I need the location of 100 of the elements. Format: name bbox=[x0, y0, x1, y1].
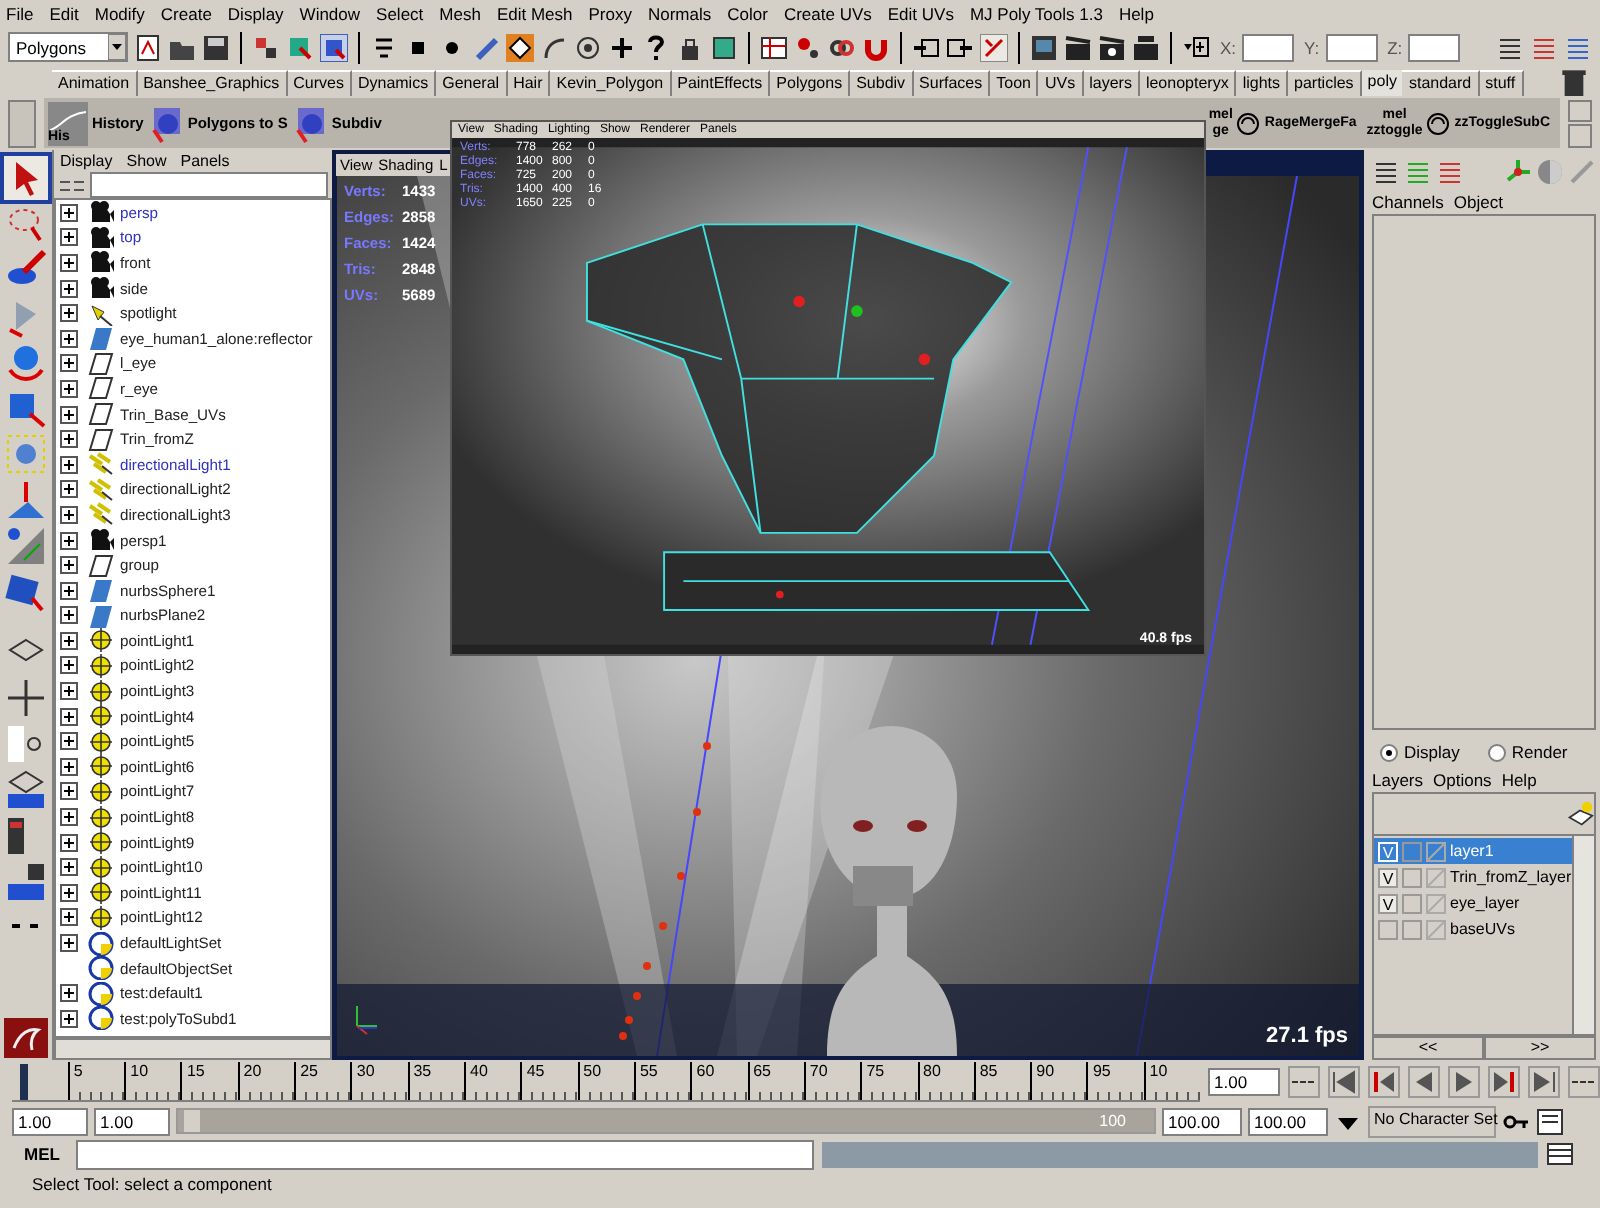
time-slider[interactable]: 5 10 15 20 25 30 35 40 45 50 55 60 65 70 75 80 85 90 95 10 bbox=[12, 1062, 1200, 1102]
expand-icon[interactable] bbox=[60, 984, 78, 1003]
menu-item[interactable]: Color bbox=[727, 3, 768, 23]
layer-row[interactable]: V Trin_fromZ_layer bbox=[1374, 864, 1572, 890]
list-icon[interactable] bbox=[1372, 158, 1400, 186]
save-icon[interactable] bbox=[202, 33, 230, 61]
render-pane-icon[interactable] bbox=[4, 860, 48, 904]
expand-icon[interactable] bbox=[60, 304, 78, 323]
preferences-icon[interactable] bbox=[1536, 1107, 1564, 1135]
list-icon[interactable] bbox=[1564, 33, 1592, 61]
color-swatch-icon[interactable] bbox=[1426, 841, 1446, 861]
menu-item[interactable]: MJ Poly Tools 1.3 bbox=[969, 3, 1103, 23]
shelf-tab[interactable]: Kevin_Polygon bbox=[550, 70, 672, 96]
expand-icon[interactable] bbox=[60, 858, 78, 877]
step-forward-frame-icon[interactable] bbox=[1488, 1066, 1520, 1098]
table-icon[interactable] bbox=[760, 33, 788, 61]
expand-icon[interactable] bbox=[60, 253, 78, 272]
shelf-tab[interactable]: Toon bbox=[990, 70, 1039, 96]
construction-icon[interactable] bbox=[980, 33, 1008, 61]
menu-item[interactable]: File bbox=[6, 3, 34, 23]
menu-item[interactable]: Edit bbox=[49, 3, 79, 23]
shelf-tab[interactable]: standard bbox=[1402, 70, 1480, 96]
expand-icon[interactable] bbox=[60, 430, 78, 449]
expand-icon[interactable] bbox=[60, 329, 78, 348]
menu-item[interactable]: Show bbox=[126, 152, 167, 170]
menu-item[interactable]: Create bbox=[160, 3, 212, 23]
shelf-tab[interactable]: UVs bbox=[1038, 70, 1084, 96]
expand-icon[interactable] bbox=[60, 782, 78, 801]
shelf-tab[interactable]: Curves bbox=[287, 70, 352, 96]
target-icon[interactable] bbox=[574, 33, 602, 61]
play-backward-icon[interactable] bbox=[1408, 1066, 1440, 1098]
expand-icon[interactable] bbox=[60, 656, 78, 675]
expand-icon[interactable] bbox=[60, 556, 78, 575]
list-icon[interactable] bbox=[1496, 33, 1524, 61]
select-component-icon[interactable] bbox=[320, 33, 348, 61]
shelf-tab[interactable]: PaintEffects bbox=[671, 70, 771, 96]
command-field[interactable] bbox=[76, 1139, 814, 1169]
expand-icon[interactable] bbox=[60, 631, 78, 650]
expand-icon[interactable] bbox=[60, 505, 78, 524]
lock-icon[interactable] bbox=[676, 33, 704, 61]
color-swatch-icon[interactable] bbox=[1426, 867, 1446, 887]
menu-item[interactable]: Layers bbox=[1372, 769, 1424, 789]
expand-icon[interactable] bbox=[60, 732, 78, 751]
diamond-icon[interactable] bbox=[506, 33, 534, 61]
paint-icon[interactable] bbox=[794, 33, 822, 61]
shelf-tab[interactable]: Surfaces bbox=[913, 70, 991, 96]
shelf-tab[interactable]: Dynamics bbox=[351, 70, 437, 96]
filter-field[interactable] bbox=[90, 172, 328, 198]
split-select-icon[interactable] bbox=[4, 570, 48, 614]
soft-mod-icon[interactable] bbox=[4, 478, 48, 522]
curve-icon[interactable] bbox=[540, 33, 568, 61]
select-hierarchy-icon[interactable] bbox=[252, 33, 280, 61]
expand-icon[interactable] bbox=[60, 934, 78, 953]
scroll-button[interactable]: << bbox=[1372, 1036, 1484, 1060]
clapboard-icon[interactable] bbox=[1064, 33, 1092, 61]
swirl-icon[interactable] bbox=[1236, 111, 1261, 135]
scroll-button[interactable]: >> bbox=[1484, 1036, 1596, 1060]
output-icon[interactable] bbox=[946, 33, 974, 61]
shelf-tab[interactable]: particles bbox=[1288, 70, 1362, 96]
expand-icon[interactable] bbox=[60, 405, 78, 424]
menu-item[interactable]: Options bbox=[1433, 769, 1492, 789]
layer-row[interactable]: V layer1 bbox=[1374, 838, 1572, 864]
menu-item[interactable]: Panels bbox=[180, 152, 230, 170]
menu-item[interactable]: Edit UVs bbox=[887, 3, 954, 23]
question-icon[interactable] bbox=[642, 33, 670, 61]
layer-row[interactable]: V eye_layer bbox=[1374, 890, 1572, 916]
script-editor-icon[interactable] bbox=[1546, 1140, 1574, 1168]
shelf-tab[interactable]: General bbox=[436, 70, 508, 96]
new-layer-icon[interactable] bbox=[1566, 800, 1594, 828]
shelf-tab[interactable]: lights bbox=[1236, 70, 1288, 96]
shelf-tab[interactable]: layers bbox=[1083, 70, 1140, 96]
menu-item[interactable]: Window bbox=[299, 3, 361, 23]
shelf-tab[interactable]: Subdiv bbox=[850, 70, 914, 96]
select-object-icon[interactable] bbox=[286, 33, 314, 61]
color-swatch-icon[interactable] bbox=[1426, 893, 1446, 913]
menu-item[interactable]: Help bbox=[1501, 769, 1537, 789]
expand-icon[interactable] bbox=[60, 279, 78, 298]
expand-icon[interactable] bbox=[60, 1009, 78, 1028]
step-back-key-icon[interactable] bbox=[1328, 1066, 1360, 1098]
visibility-toggle[interactable]: V bbox=[1378, 893, 1398, 913]
expand-icon[interactable] bbox=[60, 707, 78, 726]
step-back-frame-icon[interactable] bbox=[1368, 1066, 1400, 1098]
character-set-menu[interactable]: No Character Set bbox=[1368, 1105, 1496, 1137]
shelf-menu-button[interactable] bbox=[8, 99, 36, 147]
menu-item[interactable]: Edit Mesh bbox=[496, 3, 573, 23]
end-time-field[interactable]: 100.00 bbox=[1248, 1107, 1328, 1135]
coordinate-field[interactable] bbox=[1408, 33, 1461, 61]
trash-icon[interactable] bbox=[1560, 68, 1588, 96]
expand-icon[interactable] bbox=[60, 455, 78, 474]
menu-item[interactable]: Display bbox=[60, 152, 113, 170]
vertical-scrollbar[interactable] bbox=[1572, 836, 1594, 1034]
menu-item[interactable]: Mesh bbox=[439, 3, 481, 23]
grid-select-icon[interactable] bbox=[710, 33, 738, 61]
scroll-down-button[interactable] bbox=[1568, 124, 1592, 147]
expand-icon[interactable] bbox=[60, 581, 78, 600]
split-view-icon[interactable] bbox=[4, 524, 48, 568]
menu-item[interactable]: Select bbox=[376, 3, 424, 23]
expand-icon[interactable] bbox=[60, 531, 78, 550]
clapboard-icon[interactable] bbox=[1132, 33, 1160, 61]
visibility-toggle[interactable] bbox=[1378, 919, 1398, 939]
